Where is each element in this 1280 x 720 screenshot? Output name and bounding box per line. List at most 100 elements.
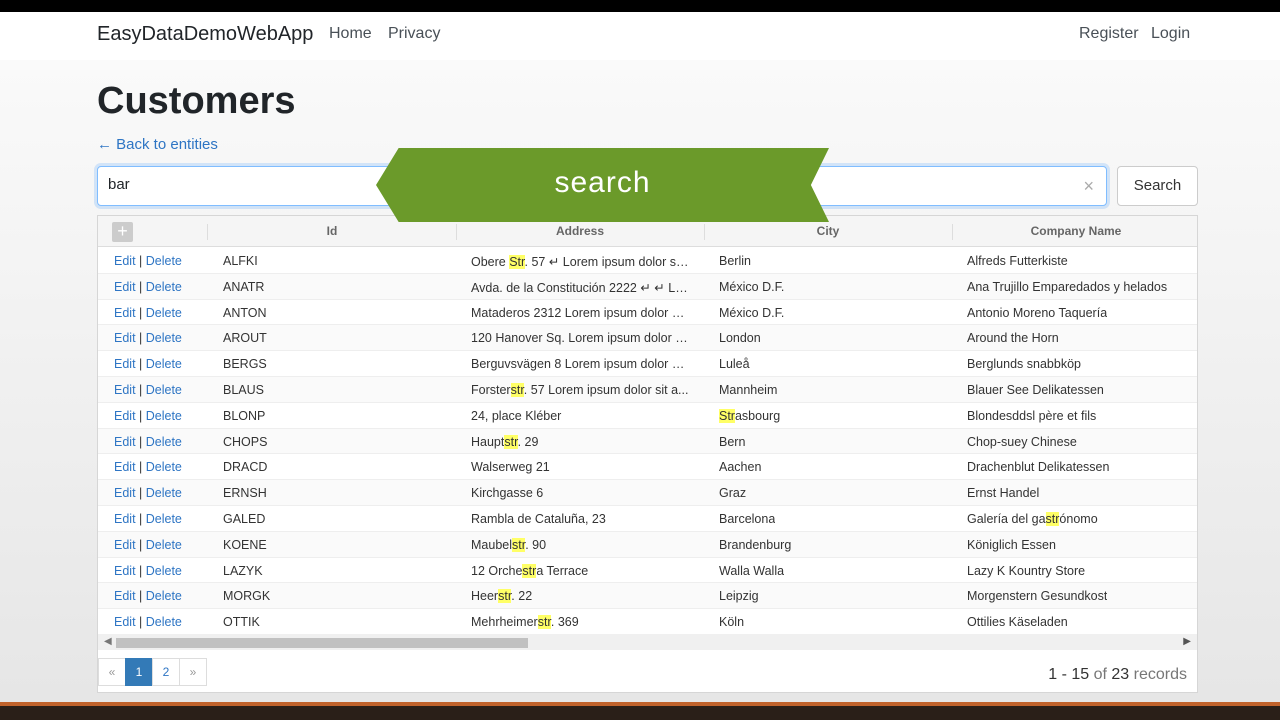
edit-link[interactable]: Edit (114, 589, 136, 603)
delete-link[interactable]: Delete (146, 306, 182, 320)
pagination-page-1[interactable]: 1 (125, 658, 153, 686)
edit-link[interactable]: Edit (114, 383, 136, 397)
delete-link[interactable]: Delete (146, 538, 182, 552)
search-highlight: str (1045, 512, 1060, 526)
cell-company: Drachenblut Delikatessen (967, 460, 1110, 475)
records-dash: - (1061, 666, 1067, 683)
pagination-prev[interactable]: « (98, 658, 126, 686)
cell-address: 120 Hanover Sq. Lorem ipsum dolor si... (471, 331, 689, 346)
table-row: Edit | Delete BERGS Berguvsvägen 8 Lorem i… (98, 351, 1197, 377)
column-header-id[interactable]: Id (208, 224, 456, 238)
column-header-address[interactable]: Address (456, 224, 704, 238)
edit-link[interactable]: Edit (114, 435, 136, 449)
scrollbar-thumb[interactable] (116, 638, 528, 648)
delete-link[interactable]: Delete (146, 383, 182, 397)
edit-link[interactable]: Edit (114, 409, 136, 423)
cell-id: BLAUS (223, 383, 264, 397)
edit-link[interactable]: Edit (114, 486, 136, 500)
nav-privacy[interactable]: Privacy (388, 25, 440, 43)
cell-company: Galería del gastrónomo (967, 512, 1098, 526)
edit-link[interactable]: Edit (114, 615, 136, 629)
cell-company: Ernst Handel (967, 486, 1040, 501)
edit-link[interactable]: Edit (114, 254, 136, 268)
edit-link[interactable]: Edit (114, 512, 136, 526)
cell-city: México D.F. (719, 279, 785, 294)
delete-link[interactable]: Delete (146, 331, 182, 345)
cell-company: Ana Trujillo Emparedados y helados (967, 279, 1168, 294)
cell-id: AROUT (223, 331, 267, 346)
delete-link[interactable]: Delete (146, 460, 182, 474)
cell-city: Aachen (719, 460, 762, 475)
edit-link[interactable]: Edit (114, 460, 136, 474)
pagination-page-2[interactable]: 2 (152, 658, 180, 686)
column-header-company[interactable]: Company Name (952, 224, 1200, 238)
delete-link[interactable]: Delete (146, 357, 182, 371)
table-row: Edit | Delete ANTON Mataderos 2312 Lorem i… (98, 300, 1197, 326)
cell-id: GALED (223, 512, 266, 526)
brand-link[interactable]: EasyDataDemoWebApp (97, 23, 313, 46)
cell-city: México D.F. (719, 305, 785, 320)
edit-link[interactable]: Edit (114, 280, 136, 294)
action-separator: | (135, 486, 146, 501)
delete-link[interactable]: Delete (146, 486, 182, 500)
row-actions: Edit | Delete (114, 538, 182, 552)
add-icon[interactable]: + (112, 222, 133, 242)
action-separator: | (135, 279, 146, 294)
navbar: EasyDataDemoWebApp Home Privacy Register… (0, 12, 1280, 60)
cell-city: Mannheim (719, 383, 778, 397)
cell-address: Walserweg 21 (471, 460, 550, 475)
edit-link[interactable]: Edit (114, 357, 136, 371)
row-actions: Edit | Delete (114, 409, 182, 423)
delete-link[interactable]: Delete (146, 615, 182, 629)
nav-register[interactable]: Register (1079, 25, 1139, 43)
column-header-city[interactable]: City (704, 224, 952, 238)
cell-id: CHOPS (223, 434, 268, 449)
cell-id: KOENE (223, 537, 267, 552)
delete-link[interactable]: Delete (146, 589, 182, 603)
cell-company: Morgenstern Gesundkost (967, 589, 1108, 604)
row-actions: Edit | Delete (114, 306, 182, 320)
nav-home[interactable]: Home (329, 25, 372, 43)
nav-login[interactable]: Login (1151, 25, 1190, 43)
scroll-right-icon[interactable]: ▶ (1183, 636, 1191, 647)
delete-link[interactable]: Delete (146, 564, 182, 578)
edit-link[interactable]: Edit (114, 538, 136, 552)
cell-company: Berglunds snabbköp (967, 357, 1081, 372)
action-separator: | (135, 408, 146, 423)
row-actions: Edit | Delete (114, 564, 182, 578)
cell-address: Mataderos 2312 Lorem ipsum dolor sit... (471, 305, 689, 320)
horizontal-scrollbar[interactable]: ◀ ▶ (98, 634, 1197, 650)
table-row: Edit | Delete BLONP 24, place Kléber Strasb… (98, 403, 1197, 429)
back-to-entities-link[interactable]: ← Back to entities (97, 136, 218, 153)
cell-city: Strasbourg (719, 408, 781, 423)
cell-address: Forsterstr. 57 Lorem ipsum dolor sit a..… (471, 383, 689, 397)
search-button[interactable]: Search (1117, 166, 1198, 206)
action-separator: | (135, 512, 146, 526)
delete-link[interactable]: Delete (146, 435, 182, 449)
page-title: Customers (97, 80, 296, 122)
top-black-bar (0, 0, 1280, 12)
cell-city: Luleå (719, 357, 750, 372)
cell-company: Königlich Essen (967, 537, 1056, 552)
cell-address: Berguvsvägen 8 Lorem ipsum dolor sit... (471, 357, 689, 372)
cell-city: Köln (719, 615, 745, 630)
edit-link[interactable]: Edit (114, 306, 136, 320)
cell-id: ANTON (223, 305, 267, 320)
edit-link[interactable]: Edit (114, 564, 136, 578)
cell-address: Avda. de la Constitución 2222 ↵ ↵ Lor... (471, 280, 689, 295)
row-actions: Edit | Delete (114, 512, 182, 526)
cell-id: LAZYK (223, 563, 263, 578)
delete-link[interactable]: Delete (146, 280, 182, 294)
delete-link[interactable]: Delete (146, 409, 182, 423)
records-from: 1 (1048, 666, 1058, 683)
delete-link[interactable]: Delete (146, 512, 182, 526)
scroll-left-icon[interactable]: ◀ (104, 636, 112, 647)
edit-link[interactable]: Edit (114, 331, 136, 345)
search-highlight: str (537, 615, 551, 630)
search-overlay-banner: search (376, 148, 829, 222)
delete-link[interactable]: Delete (146, 254, 182, 268)
clear-icon[interactable]: × (1083, 176, 1094, 197)
pagination-next[interactable]: » (179, 658, 207, 686)
action-separator: | (135, 357, 146, 372)
row-actions: Edit | Delete (114, 357, 182, 371)
